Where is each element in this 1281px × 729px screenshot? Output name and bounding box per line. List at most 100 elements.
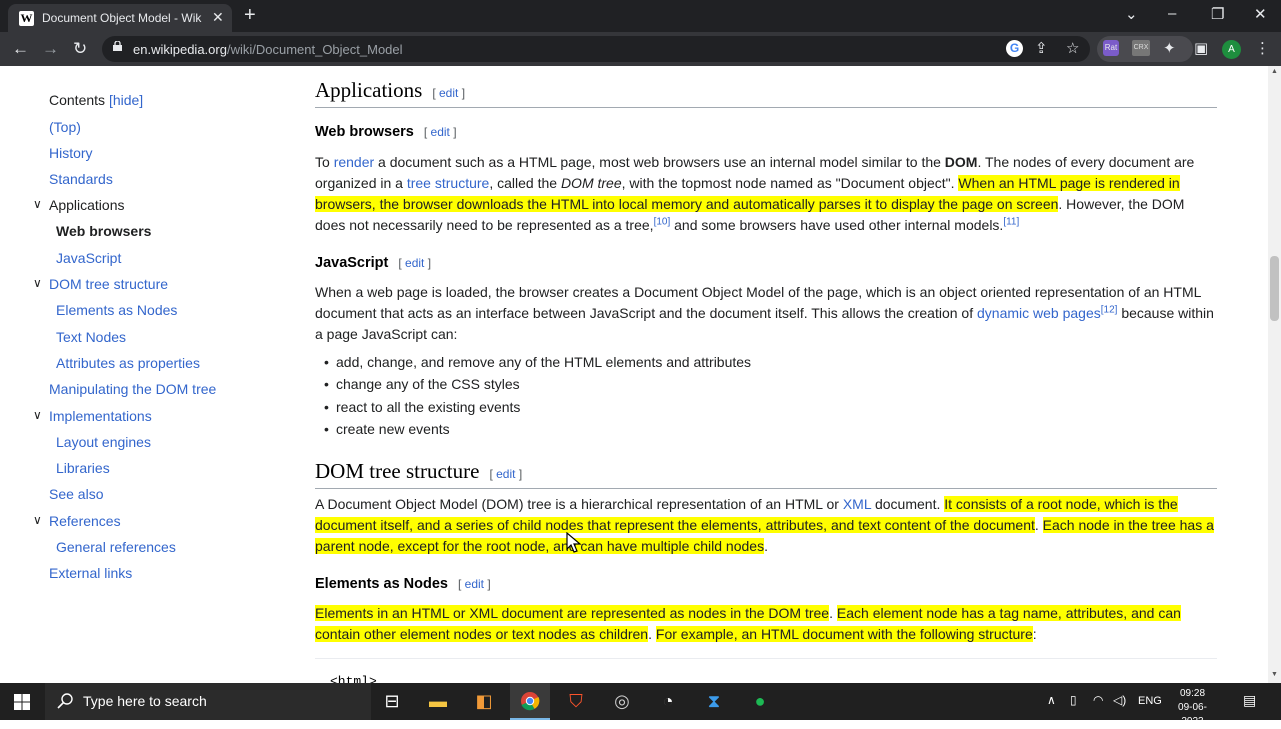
toc-item-manipulating-dom-tree[interactable]: Manipulating the DOM tree [49, 381, 216, 397]
toc-item-see-also[interactable]: See also [49, 486, 103, 502]
spotify-icon[interactable]: ● [740, 683, 780, 720]
google-lens-icon[interactable]: G [1006, 40, 1023, 57]
toc-item-javascript[interactable]: JavaScript [56, 250, 121, 266]
chevron-down-icon[interactable]: ∨ [33, 276, 42, 290]
heading-elements-as-nodes: Elements as Nodes [ edit ] [315, 574, 491, 595]
minimize-icon[interactable]: – [1168, 5, 1176, 22]
maximize-icon[interactable]: ❐ [1211, 5, 1224, 23]
toc-item-history[interactable]: History [49, 145, 93, 161]
brave-browser-icon[interactable]: ⛉ [556, 683, 596, 720]
reload-icon[interactable]: ↻ [73, 39, 87, 59]
citation-11[interactable]: [11] [1003, 216, 1019, 227]
chevron-down-icon[interactable]: ∨ [33, 408, 42, 422]
share-icon[interactable]: ⇪ [1035, 39, 1048, 57]
battery-icon[interactable]: ▯ [1070, 693, 1077, 707]
toc-item-attributes-as-properties[interactable]: Attributes as properties [56, 355, 200, 371]
edit-link[interactable]: edit [465, 577, 484, 591]
toc-item-applications[interactable]: ∨ Applications [33, 197, 125, 213]
toc-item-top[interactable]: (Top) [49, 119, 81, 135]
task-view-icon[interactable]: ⊟ [372, 683, 412, 720]
italic-dom-tree: DOM tree [560, 175, 622, 191]
edit-link[interactable]: edit [439, 86, 458, 100]
extensions-puzzle-icon[interactable]: ✦ [1163, 39, 1176, 57]
crx-extension-icon[interactable]: CRX [1132, 40, 1150, 56]
edit-section: [ edit ] [398, 256, 432, 270]
browser-tab[interactable]: W Document Object Model - Wikipe ✕ [8, 4, 232, 32]
edit-section: [ edit ] [432, 86, 466, 100]
chevron-down-icon[interactable]: ∨ [33, 197, 42, 211]
file-explorer-icon[interactable]: ▬ [418, 683, 458, 720]
edit-link[interactable]: edit [431, 125, 450, 139]
tray-chevron-up-icon[interactable]: ∧ [1047, 693, 1056, 707]
toc-item-external-links[interactable]: External links [49, 565, 132, 581]
toc-item-libraries[interactable]: Libraries [56, 460, 110, 476]
close-window-icon[interactable]: ✕ [1254, 5, 1267, 23]
tab-search-chevron-icon[interactable]: ⌄ [1125, 5, 1138, 23]
address-bar[interactable]: en.wikipedia.org/wiki/Document_Object_Mo… [102, 36, 1090, 62]
highlighted-text: For example, an HTML document with the f… [655, 626, 1033, 642]
bookmark-star-icon[interactable]: ☆ [1066, 39, 1079, 57]
bold-dom: DOM [944, 154, 978, 170]
back-icon[interactable]: ← [12, 39, 29, 59]
toc-item-elements-as-nodes[interactable]: Elements as Nodes [56, 302, 177, 318]
scrollbar-thumb[interactable] [1270, 256, 1279, 321]
toc-item-layout-engines[interactable]: Layout engines [56, 434, 151, 450]
toc-item-implementations[interactable]: ∨ Implementations [33, 408, 152, 424]
text: , called the [489, 175, 561, 191]
list-item: create new events [324, 419, 751, 441]
menu-dots-icon[interactable]: ⋮ [1255, 39, 1270, 57]
profile-avatar[interactable]: A [1222, 40, 1241, 59]
text: . [648, 626, 656, 642]
toc-item-label: Implementations [49, 408, 152, 424]
citation-10[interactable]: [10] [654, 216, 671, 227]
url-domain: en.wikipedia.org [133, 42, 227, 57]
taskbar-clock[interactable]: 09:28 09-06-2023 [1170, 687, 1215, 729]
side-panel-icon[interactable]: ▣ [1194, 39, 1208, 57]
chevron-down-icon[interactable]: ∨ [33, 513, 42, 527]
close-tab-icon[interactable]: ✕ [212, 9, 224, 26]
text: and some browsers have used other intern… [670, 217, 1004, 233]
chrome-taskbar-icon[interactable] [510, 683, 550, 720]
new-tab-icon[interactable]: + [244, 4, 256, 27]
toc-item-label: References [49, 513, 121, 529]
heading-dom-tree-structure: DOM tree structure [ edit ] [315, 461, 1217, 489]
chrome-icon [521, 692, 540, 711]
extension-purple-icon[interactable]: Rat [1103, 40, 1119, 56]
toc-item-references[interactable]: ∨ References [33, 513, 121, 529]
link-dynamic-web-pages[interactable]: dynamic web pages [977, 305, 1101, 321]
toc-item-text-nodes[interactable]: Text Nodes [56, 329, 126, 345]
forward-icon[interactable]: → [42, 39, 59, 59]
toc-hide-link[interactable]: [hide] [109, 92, 143, 108]
list-item: change any of the CSS styles [324, 374, 751, 396]
link-render[interactable]: render [334, 154, 374, 170]
lock-icon [113, 41, 122, 51]
extensions-group: Rat CRX ✦ [1097, 36, 1193, 62]
list-item: add, change, and remove any of the HTML … [324, 352, 751, 374]
vscode-icon[interactable]: ⧗ [694, 683, 734, 720]
volume-icon[interactable]: ◁) [1113, 693, 1126, 707]
toc-item-standards[interactable]: Standards [49, 171, 113, 187]
toc-item-general-references[interactable]: General references [56, 539, 176, 555]
link-xml[interactable]: XML [843, 496, 871, 512]
language-indicator[interactable]: ENG [1138, 695, 1162, 707]
scroll-down-icon[interactable]: ▼ [1271, 671, 1278, 678]
taskbar-search-box[interactable]: Type here to search [45, 683, 371, 720]
heading-javascript: JavaScript [ edit ] [315, 253, 431, 274]
scroll-up-icon[interactable]: ▲ [1271, 68, 1278, 75]
clock-app-icon[interactable]: ◔ [648, 683, 688, 720]
web-page: Contents [hide] (Top) History Standards … [0, 66, 1268, 683]
link-tree-structure[interactable]: tree structure [407, 175, 489, 191]
windows-start-icon[interactable] [14, 694, 30, 710]
edit-link[interactable]: edit [405, 256, 424, 270]
edit-link[interactable]: edit [496, 467, 515, 481]
notifications-icon[interactable]: ▤ [1243, 692, 1256, 709]
heading-text: JavaScript [315, 255, 389, 271]
page-scrollbar[interactable]: ▲ ▼ [1268, 66, 1281, 683]
sublime-text-icon[interactable]: ◧ [464, 683, 504, 720]
wifi-icon[interactable]: ◠ [1093, 693, 1103, 707]
toc-item-dom-tree-structure[interactable]: ∨ DOM tree structure [33, 276, 168, 292]
citation-12[interactable]: [12] [1101, 304, 1118, 315]
obs-studio-icon[interactable]: ◎ [602, 683, 642, 720]
text: a document such as a HTML page, most web… [374, 154, 945, 170]
toc-item-web-browsers[interactable]: Web browsers [56, 223, 151, 239]
